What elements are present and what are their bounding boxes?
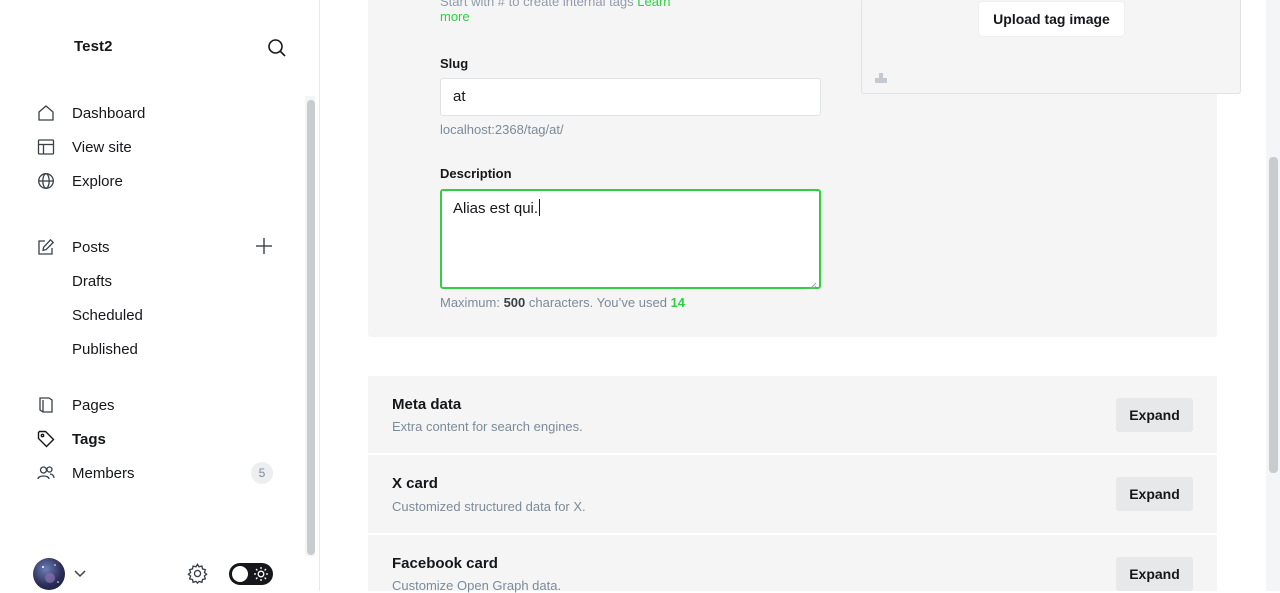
slug-input[interactable]: at bbox=[440, 78, 821, 116]
globe-icon bbox=[37, 172, 55, 190]
nav-members[interactable]: Members 5 bbox=[0, 458, 290, 488]
nav-view-site-label: View site bbox=[72, 138, 132, 156]
chevron-down-icon[interactable] bbox=[73, 566, 87, 580]
tag-settings-panel: Start with # to create internal tags Lea… bbox=[368, 0, 1241, 337]
meta-data-expand-button[interactable]: Expand bbox=[1116, 398, 1193, 432]
nav-tags[interactable]: Tags bbox=[0, 424, 290, 454]
nav-drafts-label: Drafts bbox=[72, 272, 113, 290]
description-textarea[interactable]: Alias est qui. bbox=[440, 189, 821, 290]
nav-view-site[interactable]: View site bbox=[0, 132, 290, 162]
tag-image-dropzone[interactable]: Upload tag image bbox=[861, 0, 1241, 94]
nav-drafts[interactable]: Drafts bbox=[0, 266, 290, 296]
nav-explore[interactable]: Explore bbox=[0, 166, 290, 196]
resize-grip-icon[interactable] bbox=[809, 277, 817, 290]
tag-name-hint-text: Start with # to create internal tags bbox=[440, 0, 634, 9]
x-card-desc: Customized structured data for X. bbox=[392, 499, 586, 514]
learn-link-start[interactable]: Learn bbox=[637, 0, 670, 9]
members-icon bbox=[37, 464, 55, 482]
tag-name-hint: Start with # to create internal tags Lea… bbox=[440, 0, 671, 12]
count-prefix: Maximum: bbox=[440, 295, 500, 310]
count-max: 500 bbox=[503, 295, 526, 310]
upload-tag-image-button[interactable]: Upload tag image bbox=[979, 2, 1124, 36]
nav-members-label: Members bbox=[72, 464, 135, 482]
nav-dashboard[interactable]: Dashboard bbox=[0, 98, 290, 128]
main-scrollbar-thumb[interactable] bbox=[1269, 157, 1278, 473]
text-caret bbox=[539, 199, 541, 216]
search-icon[interactable] bbox=[265, 36, 289, 60]
layout-icon bbox=[37, 138, 55, 156]
facebook-card-expand-button[interactable]: Expand bbox=[1116, 557, 1193, 591]
nav-pages[interactable]: Pages bbox=[0, 390, 290, 420]
count-mid: characters. You’ve used bbox=[528, 295, 667, 310]
page-icon bbox=[37, 396, 55, 414]
main-content: Start with # to create internal tags Lea… bbox=[320, 0, 1266, 593]
image-placeholder-icon bbox=[874, 70, 888, 84]
meta-data-title: Meta data bbox=[392, 396, 462, 413]
edit-icon bbox=[37, 238, 55, 256]
nav-scheduled-label: Scheduled bbox=[72, 306, 143, 324]
nav-explore-label: Explore bbox=[72, 172, 123, 190]
learn-more-link[interactable]: more bbox=[440, 9, 470, 24]
nav-published[interactable]: Published bbox=[0, 334, 290, 364]
new-post-plus-icon[interactable] bbox=[254, 236, 274, 256]
meta-data-desc: Extra content for search engines. bbox=[392, 419, 583, 434]
theme-toggle[interactable] bbox=[229, 563, 273, 585]
tag-icon bbox=[37, 430, 55, 448]
character-count: Maximum: 500 characters. You’ve used 14 bbox=[440, 295, 685, 310]
home-icon bbox=[37, 104, 55, 122]
slug-label: Slug bbox=[440, 56, 469, 71]
meta-data-section: Meta data Extra content for search engin… bbox=[368, 376, 1217, 453]
facebook-card-section: Facebook card Customize Open Graph data.… bbox=[368, 535, 1217, 593]
count-used: 14 bbox=[670, 295, 686, 310]
description-text: Alias est qui. bbox=[453, 200, 539, 217]
sidebar-scrollbar-thumb[interactable] bbox=[307, 100, 315, 555]
avatar[interactable] bbox=[33, 558, 65, 590]
facebook-card-title: Facebook card bbox=[392, 555, 498, 572]
nav-tags-label: Tags bbox=[72, 430, 106, 448]
toggle-knob bbox=[232, 566, 248, 582]
sidebar: Test2 Dashboard View site Explore Posts … bbox=[0, 0, 320, 591]
x-card-title: X card bbox=[392, 475, 438, 492]
description-label: Description bbox=[440, 166, 512, 181]
nav-posts[interactable]: Posts bbox=[0, 232, 290, 262]
x-card-section: X card Customized structured data for X.… bbox=[368, 455, 1217, 533]
x-card-expand-button[interactable]: Expand bbox=[1116, 477, 1193, 511]
nav-scheduled[interactable]: Scheduled bbox=[0, 300, 290, 330]
nav-published-label: Published bbox=[72, 340, 138, 358]
gear-icon[interactable] bbox=[186, 562, 209, 585]
site-title[interactable]: Test2 bbox=[74, 38, 113, 55]
nav-posts-label: Posts bbox=[72, 238, 110, 256]
sun-icon bbox=[253, 566, 269, 582]
members-count-badge: 5 bbox=[251, 462, 273, 484]
slug-url-preview: localhost:2368/tag/at/ bbox=[440, 122, 564, 137]
nav-pages-label: Pages bbox=[72, 396, 115, 414]
nav-dashboard-label: Dashboard bbox=[72, 104, 146, 122]
